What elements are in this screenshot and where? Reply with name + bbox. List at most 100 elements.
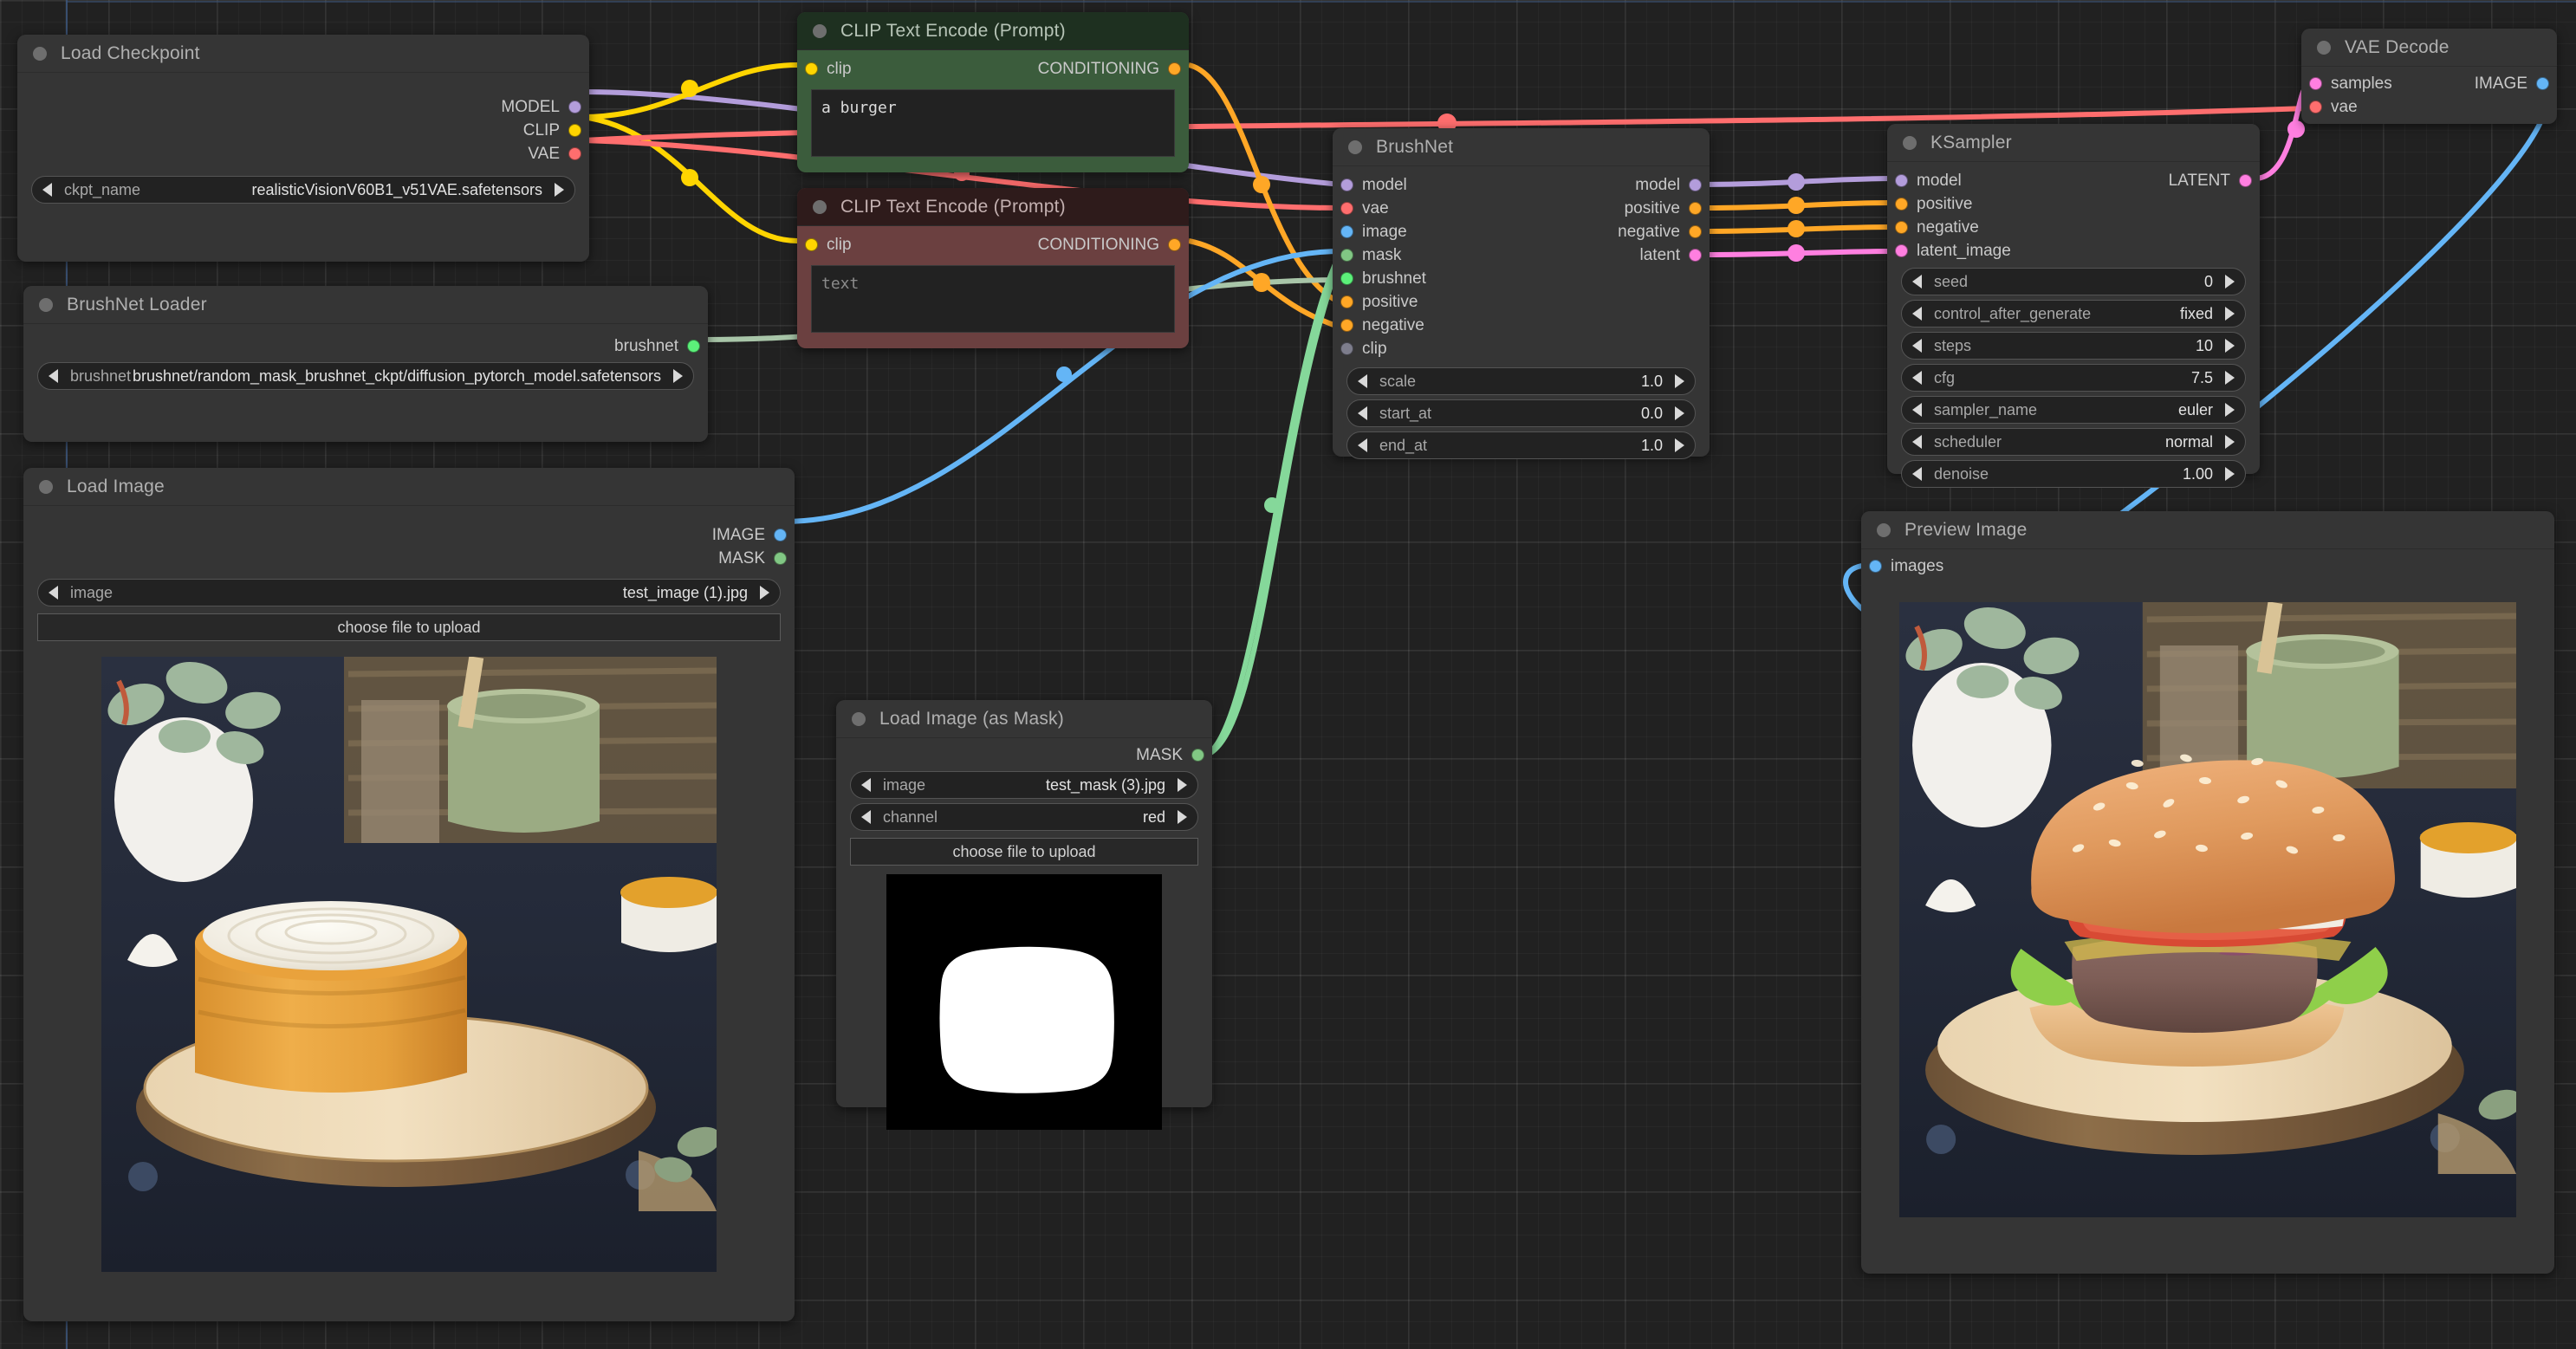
node-title-bar[interactable]: CLIP Text Encode (Prompt) — [797, 188, 1189, 226]
increment-arrow-icon[interactable] — [1178, 778, 1187, 792]
increment-arrow-icon[interactable] — [1675, 438, 1684, 452]
output-slot-negative[interactable]: negative — [1483, 220, 1710, 243]
choose-file-to-upload-button-mask[interactable]: choose file to upload — [850, 838, 1198, 866]
slot-dot-model[interactable] — [1895, 174, 1908, 187]
slot-dot-brushnet[interactable] — [1340, 272, 1353, 285]
increment-arrow-icon[interactable] — [1675, 406, 1684, 420]
node-title-bar[interactable]: KSampler — [1887, 124, 2260, 162]
slot-dot-brushnet[interactable] — [687, 340, 700, 353]
slot-dot-mask[interactable] — [1340, 249, 1353, 262]
collapse-dot-icon[interactable] — [1877, 522, 1891, 537]
output-slot-vae[interactable]: VAE — [17, 142, 589, 165]
widget-end-at[interactable]: end_at 1.0 — [1346, 431, 1696, 459]
output-slot-image[interactable]: IMAGE — [23, 523, 795, 547]
collapse-dot-icon[interactable] — [33, 46, 47, 61]
node-load-checkpoint[interactable]: Load Checkpoint MODEL CLIP VAE ckpt_name… — [17, 35, 589, 262]
increment-arrow-icon[interactable] — [555, 183, 564, 197]
output-slot-image[interactable]: IMAGE — [2404, 72, 2557, 95]
input-slot-images[interactable]: images — [1861, 555, 2554, 578]
slot-dot-model-out[interactable] — [1689, 178, 1702, 191]
collapse-dot-icon[interactable] — [852, 711, 866, 726]
slot-dot-samples[interactable] — [2309, 77, 2322, 90]
slot-dot-images[interactable] — [1869, 560, 1882, 573]
decrement-arrow-icon[interactable] — [1358, 406, 1367, 420]
node-brushnet-loader[interactable]: BrushNet Loader brushnet brushnet brushn… — [23, 286, 708, 442]
node-preview-image[interactable]: Preview Image images — [1861, 511, 2554, 1274]
slot-dot-negative-out[interactable] — [1689, 225, 1702, 238]
widget-mask-image-file[interactable]: image test_mask (3).jpg — [850, 771, 1198, 799]
node-load-image[interactable]: Load Image IMAGE MASK image test_image (… — [23, 468, 795, 1321]
node-title-bar[interactable]: BrushNet Loader — [23, 286, 708, 324]
node-title-bar[interactable]: BrushNet — [1333, 128, 1710, 166]
input-slot-negative[interactable]: negative — [1887, 216, 2093, 239]
slot-dot-negative[interactable] — [1895, 221, 1908, 234]
decrement-arrow-icon[interactable] — [1912, 371, 1922, 385]
slot-dot-clip[interactable] — [568, 124, 581, 137]
decrement-arrow-icon[interactable] — [42, 183, 52, 197]
decrement-arrow-icon[interactable] — [1912, 339, 1922, 353]
widget-steps[interactable]: steps 10 — [1901, 332, 2246, 360]
collapse-dot-icon[interactable] — [813, 23, 827, 38]
slot-dot-negative[interactable] — [1340, 319, 1353, 332]
increment-arrow-icon[interactable] — [1178, 810, 1187, 824]
input-slot-vae[interactable]: vae — [2301, 95, 2442, 119]
node-brushnet[interactable]: BrushNet model vae image mask brushnet p… — [1333, 128, 1710, 459]
widget-start-at[interactable]: start_at 0.0 — [1346, 399, 1696, 427]
node-title-bar[interactable]: Preview Image — [1861, 511, 2554, 549]
decrement-arrow-icon[interactable] — [1912, 275, 1922, 289]
decrement-arrow-icon[interactable] — [49, 369, 58, 383]
node-title-bar[interactable]: Load Checkpoint — [17, 35, 589, 73]
decrement-arrow-icon[interactable] — [1912, 435, 1922, 449]
decrement-arrow-icon[interactable] — [861, 810, 871, 824]
decrement-arrow-icon[interactable] — [1912, 307, 1922, 321]
output-slot-mask[interactable]: MASK — [23, 547, 795, 570]
node-ksampler[interactable]: KSampler model positive negative latent_… — [1887, 124, 2260, 488]
widget-scale[interactable]: scale 1.0 — [1346, 367, 1696, 395]
collapse-dot-icon[interactable] — [1348, 139, 1362, 154]
input-slot-positive[interactable]: positive — [1887, 192, 2093, 216]
slot-dot-conditioning[interactable] — [1168, 62, 1181, 75]
slot-dot-mask[interactable] — [774, 552, 787, 565]
slot-dot-image-out[interactable] — [2536, 77, 2549, 90]
slot-dot-latent-out[interactable] — [1689, 249, 1702, 262]
output-slot-positive[interactable]: positive — [1483, 197, 1710, 220]
input-slot-positive[interactable]: positive — [1333, 290, 1522, 314]
slot-dot-clip[interactable] — [805, 62, 818, 75]
output-slot-model[interactable]: model — [1483, 173, 1710, 197]
slot-dot-clip[interactable] — [805, 238, 818, 251]
output-slot-conditioning[interactable]: CONDITIONING — [1038, 57, 1189, 81]
slot-dot-positive[interactable] — [1340, 295, 1353, 308]
input-slot-latent-image[interactable]: latent_image — [1887, 239, 2093, 263]
prompt-textarea-negative[interactable]: text — [811, 265, 1175, 333]
increment-arrow-icon[interactable] — [2225, 403, 2235, 417]
input-slot-brushnet[interactable]: brushnet — [1333, 267, 1522, 290]
widget-ckpt-name[interactable]: ckpt_name realisticVisionV60B1_v51VAE.sa… — [31, 176, 575, 204]
output-slot-brushnet[interactable]: brushnet — [23, 334, 708, 358]
decrement-arrow-icon[interactable] — [1358, 438, 1367, 452]
input-slot-clip[interactable]: clip — [797, 233, 852, 256]
slot-dot-vae[interactable] — [1340, 202, 1353, 215]
prompt-textarea-positive[interactable]: a burger — [811, 89, 1175, 157]
choose-file-to-upload-button[interactable]: choose file to upload — [37, 613, 781, 641]
output-slot-model[interactable]: MODEL — [17, 95, 589, 119]
slot-dot-model[interactable] — [568, 101, 581, 113]
collapse-dot-icon[interactable] — [813, 199, 827, 214]
input-slot-negative[interactable]: negative — [1333, 314, 1522, 337]
widget-denoise[interactable]: denoise 1.00 — [1901, 460, 2246, 488]
slot-dot-latent-out[interactable] — [2239, 174, 2252, 187]
graph-canvas[interactable]: Load Checkpoint MODEL CLIP VAE ckpt_name… — [0, 0, 2576, 1349]
slot-dot-vae[interactable] — [2309, 101, 2322, 113]
slot-dot-conditioning[interactable] — [1168, 238, 1181, 251]
node-title-bar[interactable]: VAE Decode — [2301, 29, 2557, 67]
slot-dot-model[interactable] — [1340, 178, 1353, 191]
node-load-image-as-mask[interactable]: Load Image (as Mask) MASK image test_mas… — [836, 700, 1212, 1130]
output-slot-latent[interactable]: LATENT — [2036, 169, 2260, 192]
increment-arrow-icon[interactable] — [760, 586, 769, 600]
widget-channel[interactable]: channel red — [850, 803, 1198, 831]
collapse-dot-icon[interactable] — [2317, 40, 2331, 55]
node-title-bar[interactable]: CLIP Text Encode (Prompt) — [797, 12, 1189, 50]
widget-image-file[interactable]: image test_image (1).jpg — [37, 579, 781, 606]
decrement-arrow-icon[interactable] — [49, 586, 58, 600]
input-slot-clip[interactable]: clip — [1333, 337, 1522, 360]
widget-cfg[interactable]: cfg 7.5 — [1901, 364, 2246, 392]
